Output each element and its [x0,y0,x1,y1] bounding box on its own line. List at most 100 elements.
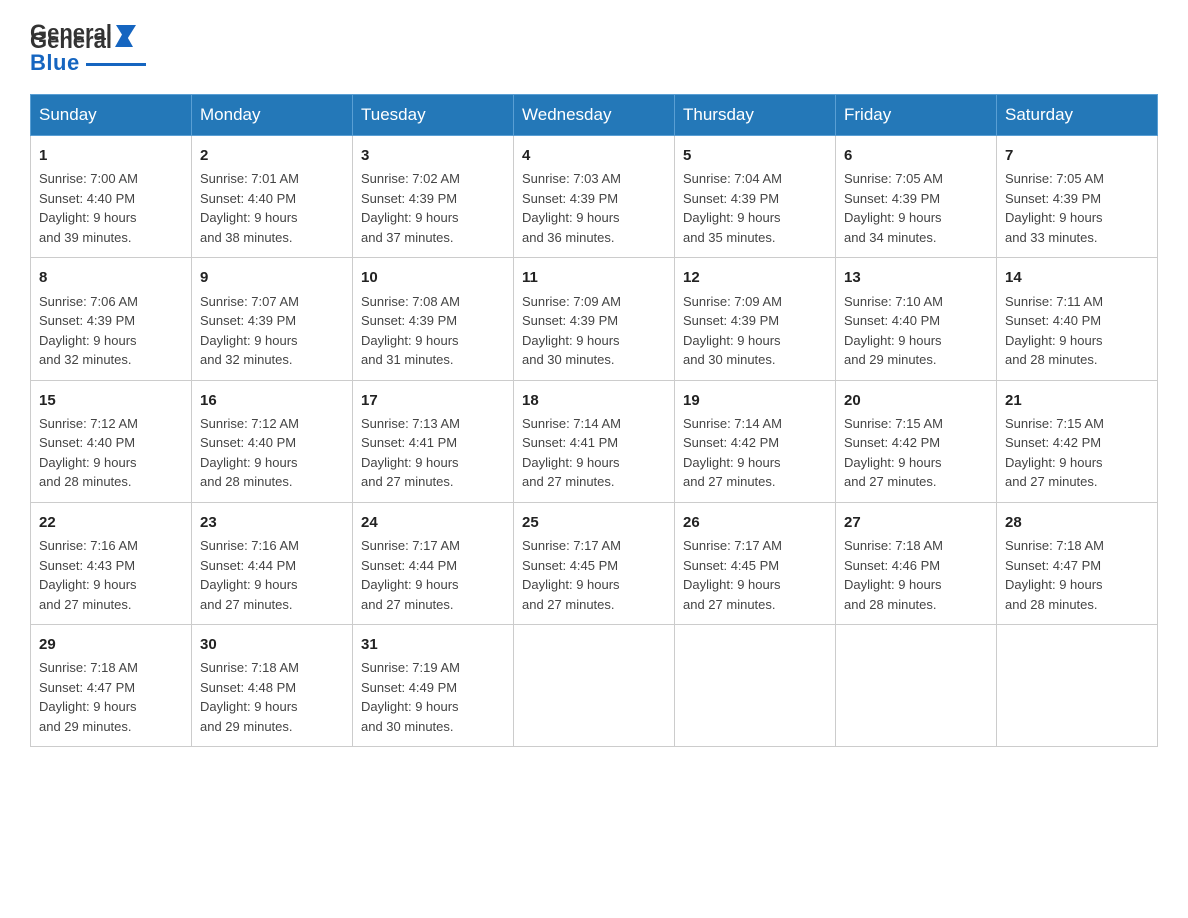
day-number: 12 [683,266,827,289]
day-info: Sunrise: 7:02 AMSunset: 4:39 PMDaylight:… [361,169,505,247]
day-number: 23 [200,511,344,534]
day-info: Sunrise: 7:06 AMSunset: 4:39 PMDaylight:… [39,292,183,370]
calendar-header-row: SundayMondayTuesdayWednesdayThursdayFrid… [31,95,1158,136]
day-number: 21 [1005,389,1149,412]
calendar-day-cell: 21Sunrise: 7:15 AMSunset: 4:42 PMDayligh… [997,380,1158,502]
day-info: Sunrise: 7:17 AMSunset: 4:45 PMDaylight:… [522,536,666,614]
calendar-day-cell: 13 Sunrise: 7:10 AMSunset: 4:40 PMDayligh… [836,258,997,380]
calendar-day-cell: 19Sunrise: 7:14 AMSunset: 4:42 PMDayligh… [675,380,836,502]
day-number: 24 [361,511,505,534]
calendar-week-row: 1Sunrise: 7:00 AMSunset: 4:40 PMDaylight… [31,136,1158,258]
day-number: 26 [683,511,827,534]
day-number: 28 [1005,511,1149,534]
calendar-day-cell: 28Sunrise: 7:18 AMSunset: 4:47 PMDayligh… [997,502,1158,624]
day-info: Sunrise: 7:05 AMSunset: 4:39 PMDaylight:… [844,169,988,247]
calendar-day-cell: 7Sunrise: 7:05 AMSunset: 4:39 PMDaylight… [997,136,1158,258]
calendar-day-cell: 31Sunrise: 7:19 AMSunset: 4:49 PMDayligh… [353,625,514,747]
day-number: 25 [522,511,666,534]
day-info: Sunrise: 7:14 AMSunset: 4:41 PMDaylight:… [522,414,666,492]
day-number: 2 [200,144,344,167]
calendar-day-cell: 2Sunrise: 7:01 AMSunset: 4:40 PMDaylight… [192,136,353,258]
column-header-saturday: Saturday [997,95,1158,136]
calendar-day-cell: 8Sunrise: 7:06 AMSunset: 4:39 PMDaylight… [31,258,192,380]
calendar-day-cell: 24Sunrise: 7:17 AMSunset: 4:44 PMDayligh… [353,502,514,624]
day-number: 6 [844,144,988,167]
day-number: 14 [1005,266,1149,289]
day-info: Sunrise: 7:18 AMSunset: 4:47 PMDaylight:… [1005,536,1149,614]
calendar-day-cell: 5Sunrise: 7:04 AMSunset: 4:39 PMDaylight… [675,136,836,258]
day-number: 19 [683,389,827,412]
calendar-day-cell: 25Sunrise: 7:17 AMSunset: 4:45 PMDayligh… [514,502,675,624]
day-info: Sunrise: 7:00 AMSunset: 4:40 PMDaylight:… [39,169,183,247]
calendar-day-cell: 18Sunrise: 7:14 AMSunset: 4:41 PMDayligh… [514,380,675,502]
day-info: Sunrise: 7:01 AMSunset: 4:40 PMDaylight:… [200,169,344,247]
day-number: 1 [39,144,183,167]
calendar-day-cell: 1Sunrise: 7:00 AMSunset: 4:40 PMDaylight… [31,136,192,258]
day-number: 15 [39,389,183,412]
day-info: Sunrise: 7:10 AMSunset: 4:40 PMDaylight:… [844,292,988,370]
day-info: Sunrise: 7:05 AMSunset: 4:39 PMDaylight:… [1005,169,1149,247]
day-info: Sunrise: 7:12 AMSunset: 4:40 PMDaylight:… [39,414,183,492]
day-number: 5 [683,144,827,167]
calendar-day-cell: 15Sunrise: 7:12 AMSunset: 4:40 PMDayligh… [31,380,192,502]
column-header-monday: Monday [192,95,353,136]
calendar-day-cell: 4Sunrise: 7:03 AMSunset: 4:39 PMDaylight… [514,136,675,258]
calendar-table: SundayMondayTuesdayWednesdayThursdayFrid… [30,94,1158,747]
calendar-day-cell: 17Sunrise: 7:13 AMSunset: 4:41 PMDayligh… [353,380,514,502]
day-number: 30 [200,633,344,656]
calendar-day-cell [997,625,1158,747]
day-number: 18 [522,389,666,412]
calendar-week-row: 22Sunrise: 7:16 AMSunset: 4:43 PMDayligh… [31,502,1158,624]
day-info: Sunrise: 7:18 AMSunset: 4:47 PMDaylight:… [39,658,183,736]
day-number: 10 [361,266,505,289]
calendar-week-row: 15Sunrise: 7:12 AMSunset: 4:40 PMDayligh… [31,380,1158,502]
calendar-day-cell [514,625,675,747]
day-info: Sunrise: 7:15 AMSunset: 4:42 PMDaylight:… [1005,414,1149,492]
day-info: Sunrise: 7:16 AMSunset: 4:43 PMDaylight:… [39,536,183,614]
day-info: Sunrise: 7:17 AMSunset: 4:44 PMDaylight:… [361,536,505,614]
calendar-day-cell: 27Sunrise: 7:18 AMSunset: 4:46 PMDayligh… [836,502,997,624]
day-number: 13 [844,266,988,289]
page-header: General General Blue [30,20,1158,76]
logo-triangle-icon [115,31,133,52]
calendar-day-cell: 16Sunrise: 7:12 AMSunset: 4:40 PMDayligh… [192,380,353,502]
calendar-day-cell: 9Sunrise: 7:07 AMSunset: 4:39 PMDaylight… [192,258,353,380]
calendar-day-cell [836,625,997,747]
calendar-week-row: 8Sunrise: 7:06 AMSunset: 4:39 PMDaylight… [31,258,1158,380]
day-info: Sunrise: 7:15 AMSunset: 4:42 PMDaylight:… [844,414,988,492]
day-info: Sunrise: 7:09 AMSunset: 4:39 PMDaylight:… [522,292,666,370]
column-header-sunday: Sunday [31,95,192,136]
logo: General General Blue [30,20,146,76]
calendar-day-cell: 22Sunrise: 7:16 AMSunset: 4:43 PMDayligh… [31,502,192,624]
day-number: 29 [39,633,183,656]
day-number: 31 [361,633,505,656]
calendar-day-cell: 11Sunrise: 7:09 AMSunset: 4:39 PMDayligh… [514,258,675,380]
day-info: Sunrise: 7:18 AMSunset: 4:46 PMDaylight:… [844,536,988,614]
day-info: Sunrise: 7:13 AMSunset: 4:41 PMDaylight:… [361,414,505,492]
day-number: 4 [522,144,666,167]
day-number: 20 [844,389,988,412]
calendar-day-cell: 12Sunrise: 7:09 AMSunset: 4:39 PMDayligh… [675,258,836,380]
calendar-day-cell: 20Sunrise: 7:15 AMSunset: 4:42 PMDayligh… [836,380,997,502]
calendar-day-cell: 10 Sunrise: 7:08 AMSunset: 4:39 PMDayligh… [353,258,514,380]
day-number: 16 [200,389,344,412]
column-header-friday: Friday [836,95,997,136]
day-info: Sunrise: 7:17 AMSunset: 4:45 PMDaylight:… [683,536,827,614]
day-info: Sunrise: 7:08 AMSunset: 4:39 PMDaylight:… [361,292,505,370]
day-number: 7 [1005,144,1149,167]
day-info: Sunrise: 7:16 AMSunset: 4:44 PMDaylight:… [200,536,344,614]
calendar-day-cell: 29Sunrise: 7:18 AMSunset: 4:47 PMDayligh… [31,625,192,747]
calendar-day-cell: 23Sunrise: 7:16 AMSunset: 4:44 PMDayligh… [192,502,353,624]
day-number: 17 [361,389,505,412]
calendar-day-cell: 14Sunrise: 7:11 AMSunset: 4:40 PMDayligh… [997,258,1158,380]
calendar-day-cell: 30Sunrise: 7:18 AMSunset: 4:48 PMDayligh… [192,625,353,747]
day-info: Sunrise: 7:12 AMSunset: 4:40 PMDaylight:… [200,414,344,492]
day-number: 22 [39,511,183,534]
day-info: Sunrise: 7:07 AMSunset: 4:39 PMDaylight:… [200,292,344,370]
column-header-thursday: Thursday [675,95,836,136]
column-header-tuesday: Tuesday [353,95,514,136]
day-number: 27 [844,511,988,534]
logo-blue-word: Blue [30,50,80,76]
day-info: Sunrise: 7:04 AMSunset: 4:39 PMDaylight:… [683,169,827,247]
day-info: Sunrise: 7:18 AMSunset: 4:48 PMDaylight:… [200,658,344,736]
